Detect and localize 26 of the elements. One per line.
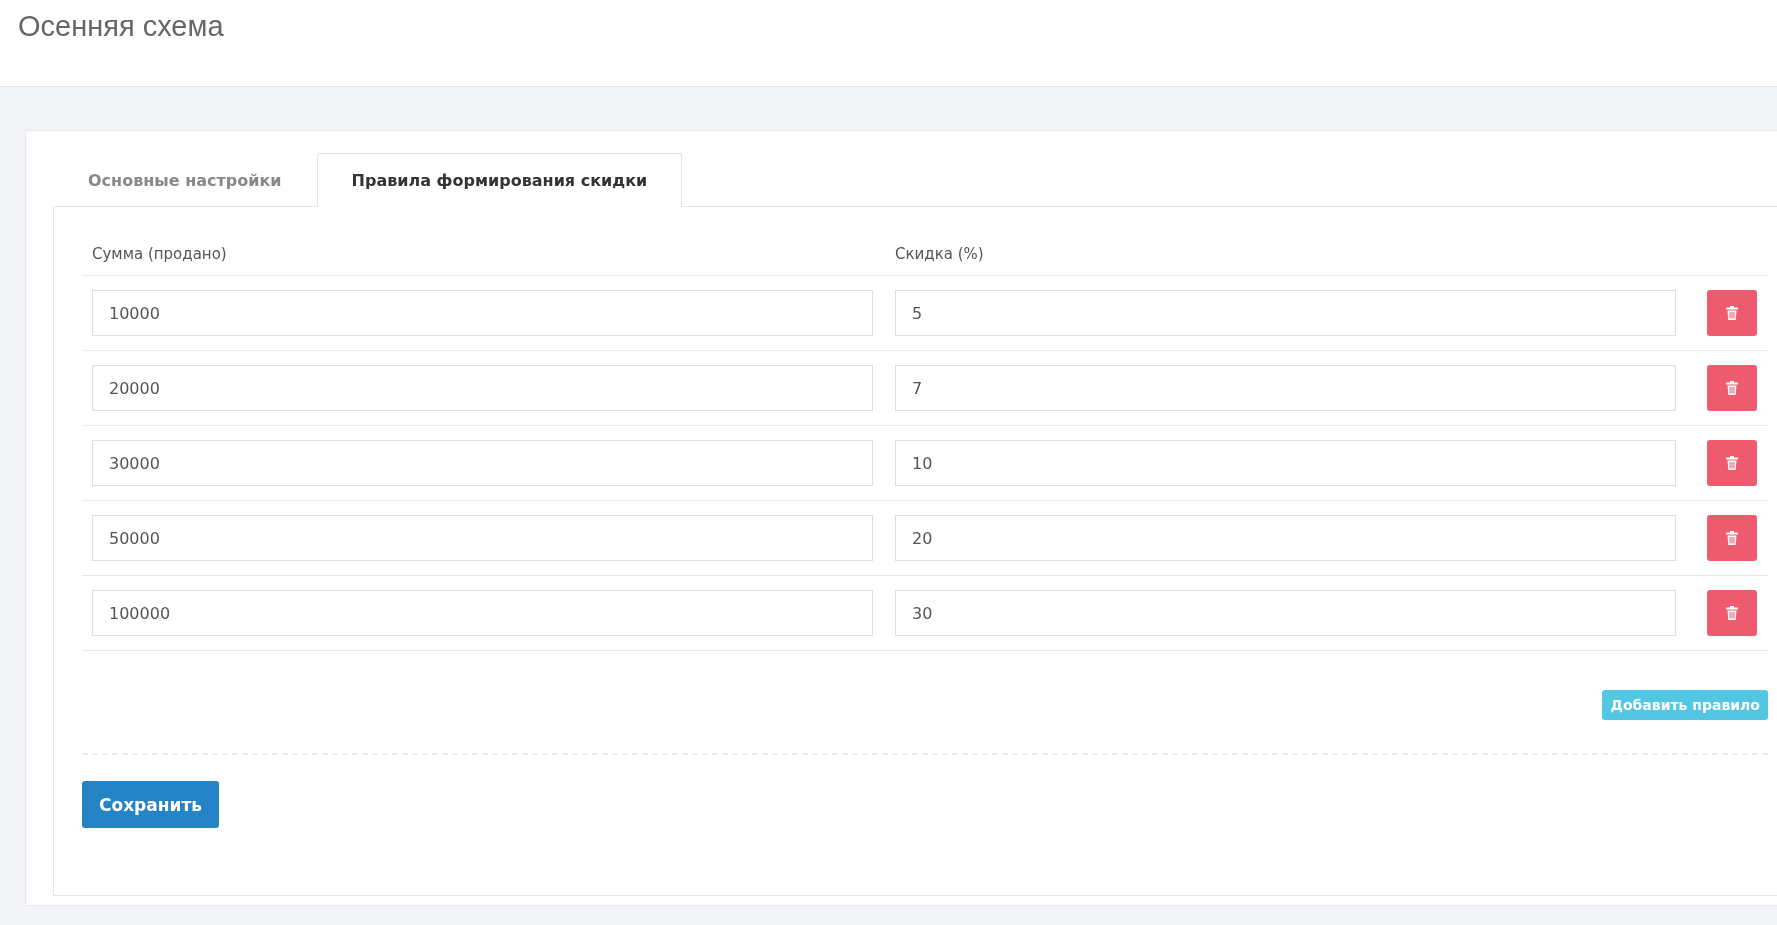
delete-button[interactable] (1707, 515, 1757, 561)
trash-icon (1726, 606, 1738, 620)
column-header: Скидка (%) (895, 245, 985, 263)
save-button[interactable]: Сохранить (82, 781, 220, 828)
discount-field[interactable]: 5 (895, 290, 1676, 336)
delete-button[interactable] (1707, 590, 1757, 636)
tab[interactable]: Основные настройки (53, 153, 317, 207)
trash-icon (1726, 531, 1738, 545)
trash-icon (1726, 381, 1738, 395)
amount-field[interactable]: 50000 (92, 515, 873, 561)
delete-button[interactable] (1707, 440, 1757, 486)
discount-field[interactable]: 7 (895, 365, 1676, 411)
page-title: Осенняя схема (18, 10, 225, 43)
amount-field[interactable]: 30000 (92, 440, 873, 486)
discount-field[interactable]: 10 (895, 440, 1676, 486)
amount-field[interactable]: 10000 (92, 290, 873, 336)
discount-field[interactable]: 30 (895, 590, 1676, 636)
tab[interactable]: Правила формирования скидки (316, 153, 683, 207)
delete-button[interactable] (1707, 290, 1757, 336)
trash-icon (1726, 456, 1738, 470)
discount-field[interactable]: 20 (895, 515, 1676, 561)
column-header: Сумма (продано) (92, 245, 228, 263)
amount-field[interactable]: 100000 (92, 590, 873, 636)
amount-field[interactable]: 20000 (92, 365, 873, 411)
trash-icon (1726, 306, 1738, 320)
delete-button[interactable] (1707, 365, 1757, 411)
